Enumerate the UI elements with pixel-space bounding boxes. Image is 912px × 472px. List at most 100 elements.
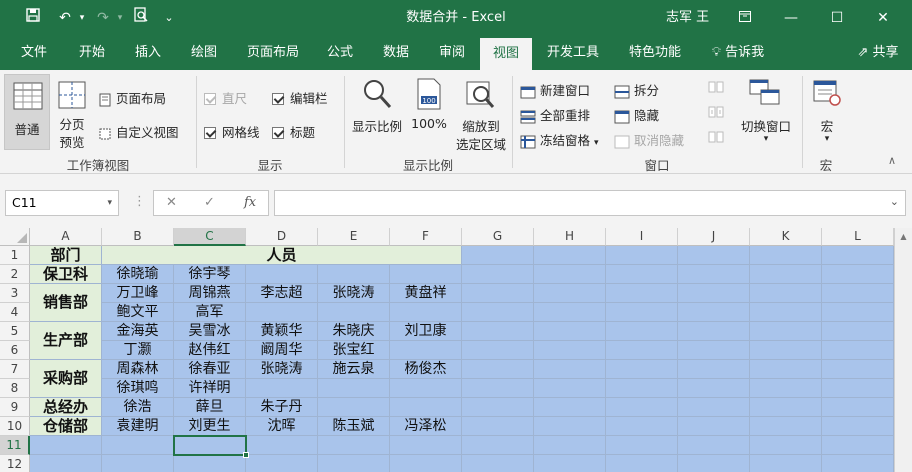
tab-home[interactable]: 开始: [70, 36, 114, 70]
empty-cell[interactable]: [678, 322, 750, 341]
table-cell[interactable]: [390, 341, 462, 360]
table-cell[interactable]: 徐宇琴: [174, 265, 246, 284]
empty-cell[interactable]: [462, 398, 534, 417]
empty-cell[interactable]: [462, 322, 534, 341]
table-cell[interactable]: 吴雪冰: [174, 322, 246, 341]
reset-window-position-icon[interactable]: [708, 130, 724, 147]
empty-cell[interactable]: [30, 455, 102, 472]
column-header-j[interactable]: J: [678, 228, 750, 246]
column-header-a[interactable]: A: [30, 228, 102, 246]
empty-cell[interactable]: [606, 246, 678, 265]
table-cell[interactable]: 万卫峰: [102, 284, 174, 303]
empty-cell[interactable]: [534, 360, 606, 379]
empty-cell[interactable]: [750, 455, 822, 472]
redo-dropdown-icon[interactable]: ▾: [114, 0, 126, 36]
maximize-button[interactable]: ☐: [814, 0, 860, 36]
tab-formulas[interactable]: 公式: [316, 36, 364, 70]
table-cell[interactable]: 张晓涛: [318, 284, 390, 303]
empty-cell[interactable]: [534, 284, 606, 303]
table-cell[interactable]: [318, 303, 390, 322]
row-header-12[interactable]: 12: [0, 455, 30, 472]
table-cell[interactable]: 沈晖: [246, 417, 318, 436]
empty-cell[interactable]: [534, 417, 606, 436]
empty-cell[interactable]: [678, 246, 750, 265]
column-header-b[interactable]: B: [102, 228, 174, 246]
empty-cell[interactable]: [750, 436, 822, 455]
table-cell[interactable]: 黄颖华: [246, 322, 318, 341]
table-cell[interactable]: 高军: [174, 303, 246, 322]
empty-cell[interactable]: [606, 379, 678, 398]
arrange-all-button[interactable]: 全部重排: [520, 105, 590, 124]
empty-cell[interactable]: [678, 379, 750, 398]
table-cell[interactable]: 鲍文平: [102, 303, 174, 322]
empty-cell[interactable]: [750, 379, 822, 398]
table-cell[interactable]: [390, 398, 462, 417]
column-header-f[interactable]: F: [390, 228, 462, 246]
table-cell[interactable]: [318, 379, 390, 398]
empty-cell[interactable]: [750, 360, 822, 379]
formula-bar-checkbox[interactable]: 编辑栏: [272, 88, 328, 107]
name-box-dropdown-icon[interactable]: ▾: [107, 191, 112, 215]
zoom-button[interactable]: 显示比例: [348, 76, 406, 146]
empty-cell[interactable]: [678, 360, 750, 379]
column-header-c[interactable]: C: [174, 228, 246, 246]
empty-cell[interactable]: [462, 341, 534, 360]
empty-cell[interactable]: [606, 265, 678, 284]
empty-cell[interactable]: [750, 398, 822, 417]
share-button[interactable]: ⇗ 共享: [850, 36, 906, 70]
table-cell[interactable]: 黄盘祥: [390, 284, 462, 303]
column-header-i[interactable]: I: [606, 228, 678, 246]
empty-cell[interactable]: [102, 436, 174, 455]
empty-cell[interactable]: [678, 265, 750, 284]
table-cell[interactable]: 金海英: [102, 322, 174, 341]
user-name[interactable]: 志军 王: [666, 0, 709, 36]
empty-cell[interactable]: [606, 417, 678, 436]
normal-view-button[interactable]: 普通: [4, 74, 50, 150]
table-cell[interactable]: 刘更生: [174, 417, 246, 436]
empty-cell[interactable]: [462, 284, 534, 303]
row-header-7[interactable]: 7: [0, 360, 30, 379]
empty-cell[interactable]: [462, 436, 534, 455]
ribbon-display-options-icon[interactable]: [722, 0, 768, 36]
table-cell[interactable]: 施云泉: [318, 360, 390, 379]
minimize-button[interactable]: —: [768, 0, 814, 36]
undo-dropdown-icon[interactable]: ▾: [76, 0, 88, 36]
empty-cell[interactable]: [750, 303, 822, 322]
empty-cell[interactable]: [462, 246, 534, 265]
empty-cell[interactable]: [822, 303, 894, 322]
zoom-100-button[interactable]: 100 100%: [408, 76, 450, 146]
fill-handle[interactable]: [243, 452, 249, 458]
empty-cell[interactable]: [822, 379, 894, 398]
empty-cell[interactable]: [606, 455, 678, 472]
empty-cell[interactable]: [750, 417, 822, 436]
empty-cell[interactable]: [678, 341, 750, 360]
scroll-up-icon[interactable]: ▲: [895, 228, 912, 245]
empty-cell[interactable]: [750, 322, 822, 341]
table-cell[interactable]: [318, 265, 390, 284]
save-icon[interactable]: [22, 0, 44, 36]
empty-cell[interactable]: [678, 284, 750, 303]
cell-dept[interactable]: 仓储部: [30, 417, 102, 436]
empty-cell[interactable]: [750, 265, 822, 284]
active-cell-cursor[interactable]: [173, 435, 249, 458]
view-side-by-side-icon[interactable]: [708, 80, 724, 97]
empty-cell[interactable]: [822, 455, 894, 472]
cell-dept[interactable]: 保卫科: [30, 265, 102, 284]
column-header-l[interactable]: L: [822, 228, 894, 246]
resize-handle-icon[interactable]: ⋮: [133, 194, 146, 209]
table-cell[interactable]: 阚周华: [246, 341, 318, 360]
headings-checkbox[interactable]: 标题: [272, 122, 315, 141]
column-header-k[interactable]: K: [750, 228, 822, 246]
empty-cell[interactable]: [534, 341, 606, 360]
table-cell[interactable]: 许祥明: [174, 379, 246, 398]
table-cell[interactable]: 朱子丹: [246, 398, 318, 417]
collapse-ribbon-icon[interactable]: ∧: [888, 154, 896, 167]
table-cell[interactable]: [246, 379, 318, 398]
cancel-icon[interactable]: ✕: [166, 191, 177, 215]
empty-cell[interactable]: [246, 455, 318, 472]
table-cell[interactable]: 朱晓庆: [318, 322, 390, 341]
empty-cell[interactable]: [822, 246, 894, 265]
unhide-button[interactable]: 取消隐藏: [614, 130, 684, 149]
split-button[interactable]: 拆分: [614, 80, 659, 99]
empty-cell[interactable]: [390, 436, 462, 455]
